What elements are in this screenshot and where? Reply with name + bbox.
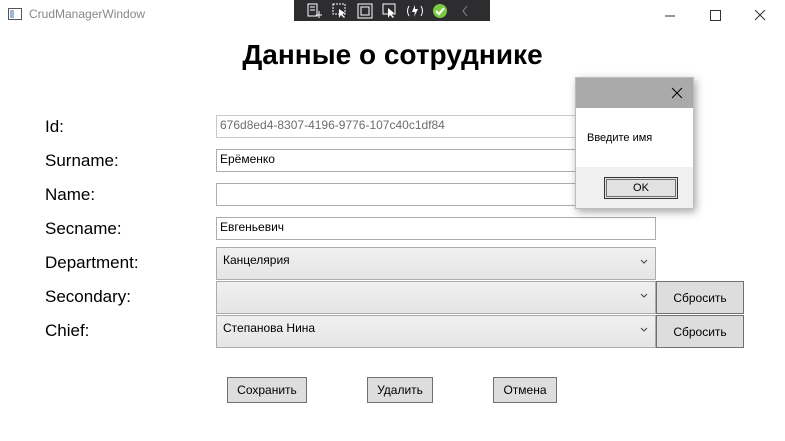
maximize-icon xyxy=(709,9,721,21)
label-secname: Secname: xyxy=(45,219,122,238)
label-id: Id: xyxy=(45,117,64,136)
delete-button[interactable]: Удалить xyxy=(367,377,433,403)
collapse-icon[interactable] xyxy=(454,2,476,20)
maximize-button[interactable] xyxy=(692,0,738,30)
live-visual-tree-icon[interactable] xyxy=(304,2,326,20)
label-name: Name: xyxy=(45,185,96,204)
chief-combobox[interactable]: Степанова Нина xyxy=(216,315,656,348)
chevron-down-icon xyxy=(640,293,648,298)
close-window-button[interactable] xyxy=(737,0,783,30)
chevron-down-icon xyxy=(640,259,648,264)
label-surname: Surname: xyxy=(45,151,119,170)
chief-value: Степанова Нина xyxy=(223,321,316,335)
dialog-close-button[interactable] xyxy=(667,83,687,103)
department-combobox[interactable]: Канцелярия xyxy=(216,247,656,280)
cancel-button[interactable]: Отмена xyxy=(493,377,557,403)
department-value: Канцелярия xyxy=(223,253,290,267)
select-element-icon[interactable] xyxy=(329,2,351,20)
xaml-debug-toolbar xyxy=(294,0,490,21)
label-chief: Chief: xyxy=(45,321,90,340)
display-layout-adorners-icon[interactable] xyxy=(354,2,376,20)
secondary-combobox[interactable] xyxy=(216,281,656,314)
chevron-down-icon xyxy=(640,327,648,332)
dialog-message: Введите имя xyxy=(587,132,653,144)
minimize-icon xyxy=(664,15,675,16)
dialog-title-bar xyxy=(576,78,693,108)
save-button[interactable]: Сохранить xyxy=(227,377,307,403)
minimize-button[interactable] xyxy=(647,0,693,30)
close-icon xyxy=(671,87,683,99)
app-window-icon xyxy=(8,8,22,20)
label-secondary: Secondary: xyxy=(45,287,131,306)
message-dialog: Введите имя OK xyxy=(575,77,694,209)
reset-secondary-button[interactable]: Сбросить xyxy=(656,281,744,314)
ok-button[interactable]: OK xyxy=(604,177,678,199)
page-title: Данные о сотруднике xyxy=(242,39,543,70)
label-department: Department: xyxy=(45,253,139,272)
window-title: CrudManagerWindow xyxy=(29,7,146,21)
track-focus-icon[interactable] xyxy=(379,2,401,20)
xaml-ok-icon[interactable] xyxy=(429,2,451,20)
secname-field[interactable]: Евгеньевич xyxy=(216,217,656,240)
hot-reload-icon[interactable] xyxy=(404,2,426,20)
close-icon xyxy=(754,9,765,20)
reset-chief-button[interactable]: Сбросить xyxy=(656,315,744,348)
